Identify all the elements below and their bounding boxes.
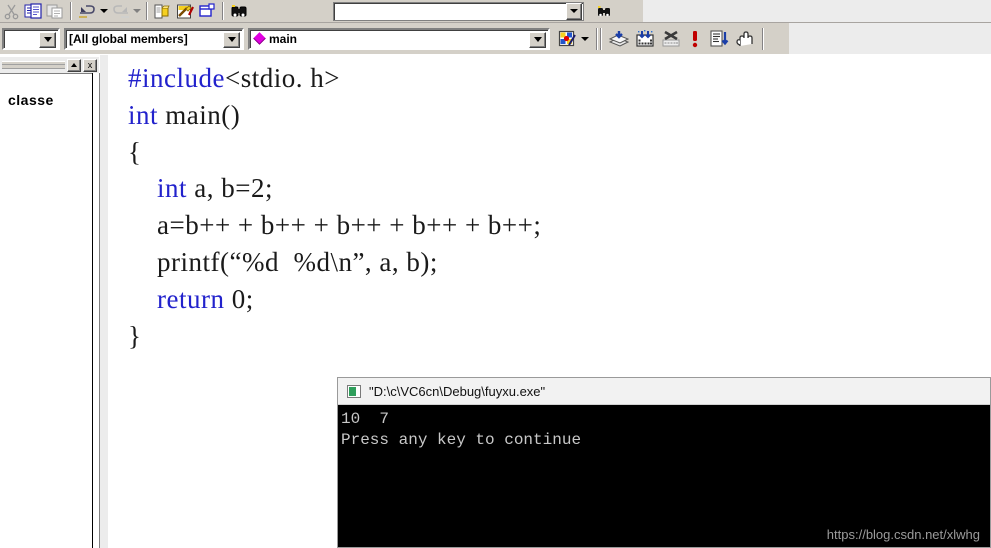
find-icon[interactable]	[593, 1, 615, 22]
console-output-area: 10 7 Press any key to continue https://bl…	[338, 405, 990, 547]
workspace-scroll-edge[interactable]	[92, 73, 100, 548]
find-combo[interactable]	[333, 1, 584, 21]
console-titlebar[interactable]: "D:\c\VC6cn\Debug\fuyxu.exe"	[338, 378, 990, 405]
class-combo-dropdown-icon[interactable]	[39, 31, 56, 48]
find-toolbar-group	[333, 0, 643, 22]
code-line: }	[128, 320, 142, 351]
triangle-up-icon	[71, 63, 77, 67]
application-window: [All global members] main x classe #incl…	[0, 0, 991, 548]
compile-icon[interactable]	[606, 28, 632, 49]
symbol-combo[interactable]: main	[248, 27, 550, 50]
workspace-minimize-button[interactable]	[67, 58, 81, 72]
symbol-combo-dropdown-icon[interactable]	[529, 31, 546, 48]
undo-dropdown-icon[interactable]	[98, 1, 109, 22]
class-combo[interactable]	[2, 27, 60, 50]
copy-icon[interactable]	[22, 1, 44, 22]
watermark: https://blog.csdn.net/xlwhg	[826, 527, 980, 542]
paste-icon[interactable]	[44, 1, 66, 22]
toolbar-separator	[70, 2, 72, 20]
code-text: 0;	[224, 283, 254, 314]
console-title-text: "D:\c\VC6cn\Debug\fuyxu.exe"	[369, 383, 546, 399]
code-keyword: int	[157, 173, 188, 204]
workspace-titlebar: x	[0, 57, 99, 73]
find-in-files-icon[interactable]	[228, 1, 250, 22]
members-combo[interactable]: [All global members]	[64, 27, 244, 50]
toggle-bookmark-icon[interactable]	[555, 28, 579, 49]
toolbar-separator	[600, 27, 602, 50]
code-line: a=b++ + b++ + b++ + b++ + b++;	[128, 212, 541, 239]
wizardbar-group: [All global members] main	[0, 23, 789, 54]
code-text: {	[128, 136, 142, 167]
symbol-combo-value: main	[269, 31, 298, 46]
members-combo-dropdown-icon[interactable]	[223, 31, 240, 48]
console-window[interactable]: "D:\c\VC6cn\Debug\fuyxu.exe" 10 7 Press a…	[337, 377, 991, 548]
console-output-line: 10 7	[341, 410, 390, 428]
code-line: printf(“%d %d\n”, a, b);	[128, 249, 438, 276]
toolbar-row-2-empty-area	[789, 23, 991, 54]
code-line: int a, b=2;	[128, 175, 273, 202]
code-line: {	[128, 136, 142, 167]
code-text: <stdio. h>	[224, 63, 340, 93]
close-icon: x	[87, 59, 93, 70]
magenta-diamond-icon	[253, 32, 266, 45]
output-icon[interactable]	[174, 1, 196, 22]
toolbar-separator	[596, 27, 598, 50]
toolbar-separator	[762, 27, 764, 50]
workspace-close-button[interactable]: x	[83, 58, 97, 72]
go-icon[interactable]	[706, 28, 732, 49]
code-text: a=b++ + b++ + b++ + b++ + b++;	[128, 210, 542, 241]
workspace-icon[interactable]	[152, 1, 174, 22]
code-text: }	[128, 320, 142, 351]
code-keyword: int	[128, 99, 159, 130]
workspace-tab-classview[interactable]: classe	[8, 92, 54, 108]
insert-breakpoint-icon[interactable]	[732, 28, 758, 49]
toolbar-row-2: [All global members] main	[0, 23, 991, 54]
code-text: a, b=2;	[187, 173, 273, 204]
stop-build-icon[interactable]	[658, 28, 684, 49]
workspace-panel	[0, 73, 92, 548]
cut-icon[interactable]	[0, 1, 22, 22]
editor-gutter	[100, 55, 108, 548]
code-text: main()	[158, 99, 241, 130]
workspace-drag-handle[interactable]	[2, 61, 65, 69]
bookmark-dropdown-icon[interactable]	[579, 28, 590, 49]
code-line: #include<stdio. h>	[128, 65, 340, 92]
toolbar-separator	[146, 2, 148, 20]
console-app-icon	[347, 384, 361, 398]
build-icon[interactable]	[632, 28, 658, 49]
undo-icon[interactable]	[76, 1, 98, 22]
code-text: printf(“%d %d\n”, a, b);	[128, 247, 438, 277]
redo-dropdown-icon[interactable]	[131, 1, 142, 22]
console-lines: 10 7 Press any key to continue	[341, 409, 990, 451]
window-list-icon[interactable]	[196, 1, 218, 22]
console-output-line: Press any key to continue	[341, 431, 582, 449]
code-keyword: #include	[128, 63, 225, 93]
find-combo-dropdown-icon[interactable]	[566, 2, 582, 20]
code-line: int main()	[128, 99, 241, 130]
members-combo-value: [All global members]	[69, 31, 188, 46]
toolbar-separator	[222, 2, 224, 20]
edit-toolbar-group	[0, 0, 333, 22]
redo-icon[interactable]	[109, 1, 131, 22]
execute-program-icon[interactable]	[684, 28, 706, 49]
code-keyword: return	[157, 283, 225, 314]
code-line: return 0;	[128, 283, 254, 314]
toolbar-row-1	[0, 0, 991, 23]
toolbar-row-1-empty-area	[643, 0, 991, 22]
